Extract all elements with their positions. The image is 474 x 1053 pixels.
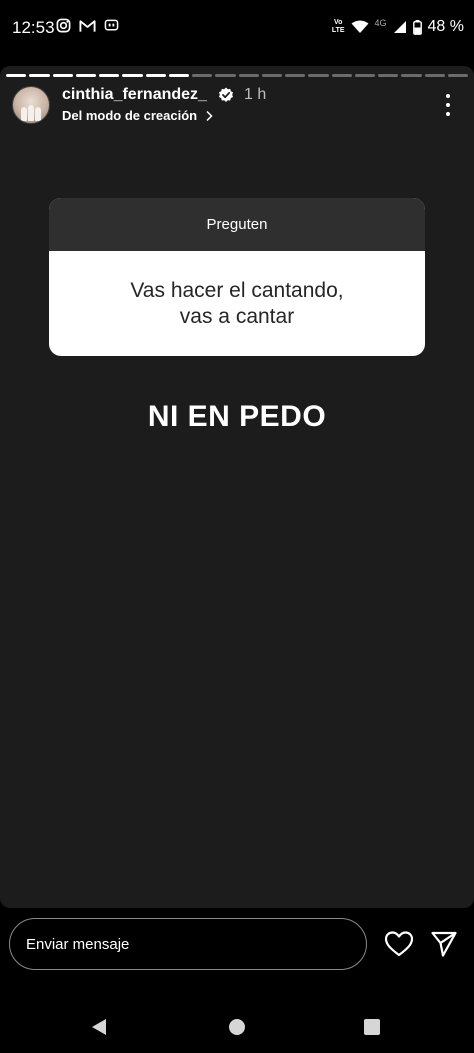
story-progress-segment	[285, 74, 306, 77]
story-progress-segment	[447, 74, 468, 77]
story-progress-bar	[6, 74, 468, 77]
story-username[interactable]: cinthia_fernandez_	[62, 86, 207, 104]
story-progress-segment	[331, 74, 352, 77]
story-progress-segment	[99, 74, 120, 77]
story-progress-segment	[6, 74, 27, 77]
battery-percent: 48 %	[427, 18, 464, 35]
volte-icon: Vo LTE	[331, 19, 345, 34]
story-progress-segment	[52, 74, 73, 77]
story-answer-text: NI EN PEDO	[147, 400, 327, 433]
creation-mode-label: Del modo de creación	[62, 108, 198, 123]
cellular-signal-icon	[393, 21, 406, 33]
system-indicators: Vo LTE 4G 48 %	[332, 18, 464, 36]
story-progress-segment	[424, 74, 445, 77]
more-options-icon[interactable]	[440, 94, 456, 116]
verified-badge-icon	[219, 87, 233, 102]
story-progress-segment	[261, 74, 282, 77]
battery-icon	[412, 19, 422, 35]
gmail-icon	[79, 19, 96, 32]
story-progress-segment	[145, 74, 166, 77]
question-sticker-text: Vas hacer el cantando, vas a cantar	[130, 278, 344, 328]
story-progress-segment	[192, 74, 213, 77]
wifi-icon	[351, 20, 369, 33]
question-sticker[interactable]: Preguten Vas hacer el cantando, vas a ca…	[49, 198, 425, 356]
story-time-ago: 1 h	[244, 86, 267, 103]
recent-apps-icon[interactable]	[364, 1019, 380, 1035]
network-type: 4G	[374, 18, 387, 28]
send-message-input[interactable]: Enviar mensaje	[9, 918, 367, 970]
send-direct-icon[interactable]	[430, 930, 458, 958]
story-progress-segment	[354, 74, 375, 77]
profile-avatar[interactable]	[12, 86, 50, 124]
back-icon[interactable]	[90, 1018, 108, 1036]
notification-icons	[56, 18, 119, 33]
story-view[interactable]: cinthia_fernandez_ 1 h Del modo de creac…	[0, 66, 474, 908]
instagram-icon	[56, 18, 71, 33]
creation-mode-link[interactable]: Del modo de creación	[62, 108, 213, 123]
story-progress-segment	[401, 74, 422, 77]
story-progress-segment	[378, 74, 399, 77]
story-progress-segment	[308, 74, 329, 77]
status-bar: 12:53 Vo LTE 4G 48 %	[0, 0, 474, 56]
story-progress-segment	[168, 74, 189, 77]
story-progress-segment	[238, 74, 259, 77]
messages-icon	[104, 19, 119, 30]
story-progress-segment	[29, 74, 50, 77]
question-sticker-header: Preguten	[49, 198, 425, 251]
chevron-right-icon	[206, 110, 213, 121]
like-heart-icon[interactable]	[384, 930, 414, 958]
story-progress-segment	[75, 74, 96, 77]
status-time: 12:53	[12, 18, 55, 37]
send-message-placeholder: Enviar mensaje	[26, 935, 130, 953]
home-icon[interactable]	[229, 1019, 245, 1035]
system-navigation-bar	[0, 1000, 474, 1053]
story-progress-segment	[122, 74, 143, 77]
story-progress-segment	[215, 74, 236, 77]
